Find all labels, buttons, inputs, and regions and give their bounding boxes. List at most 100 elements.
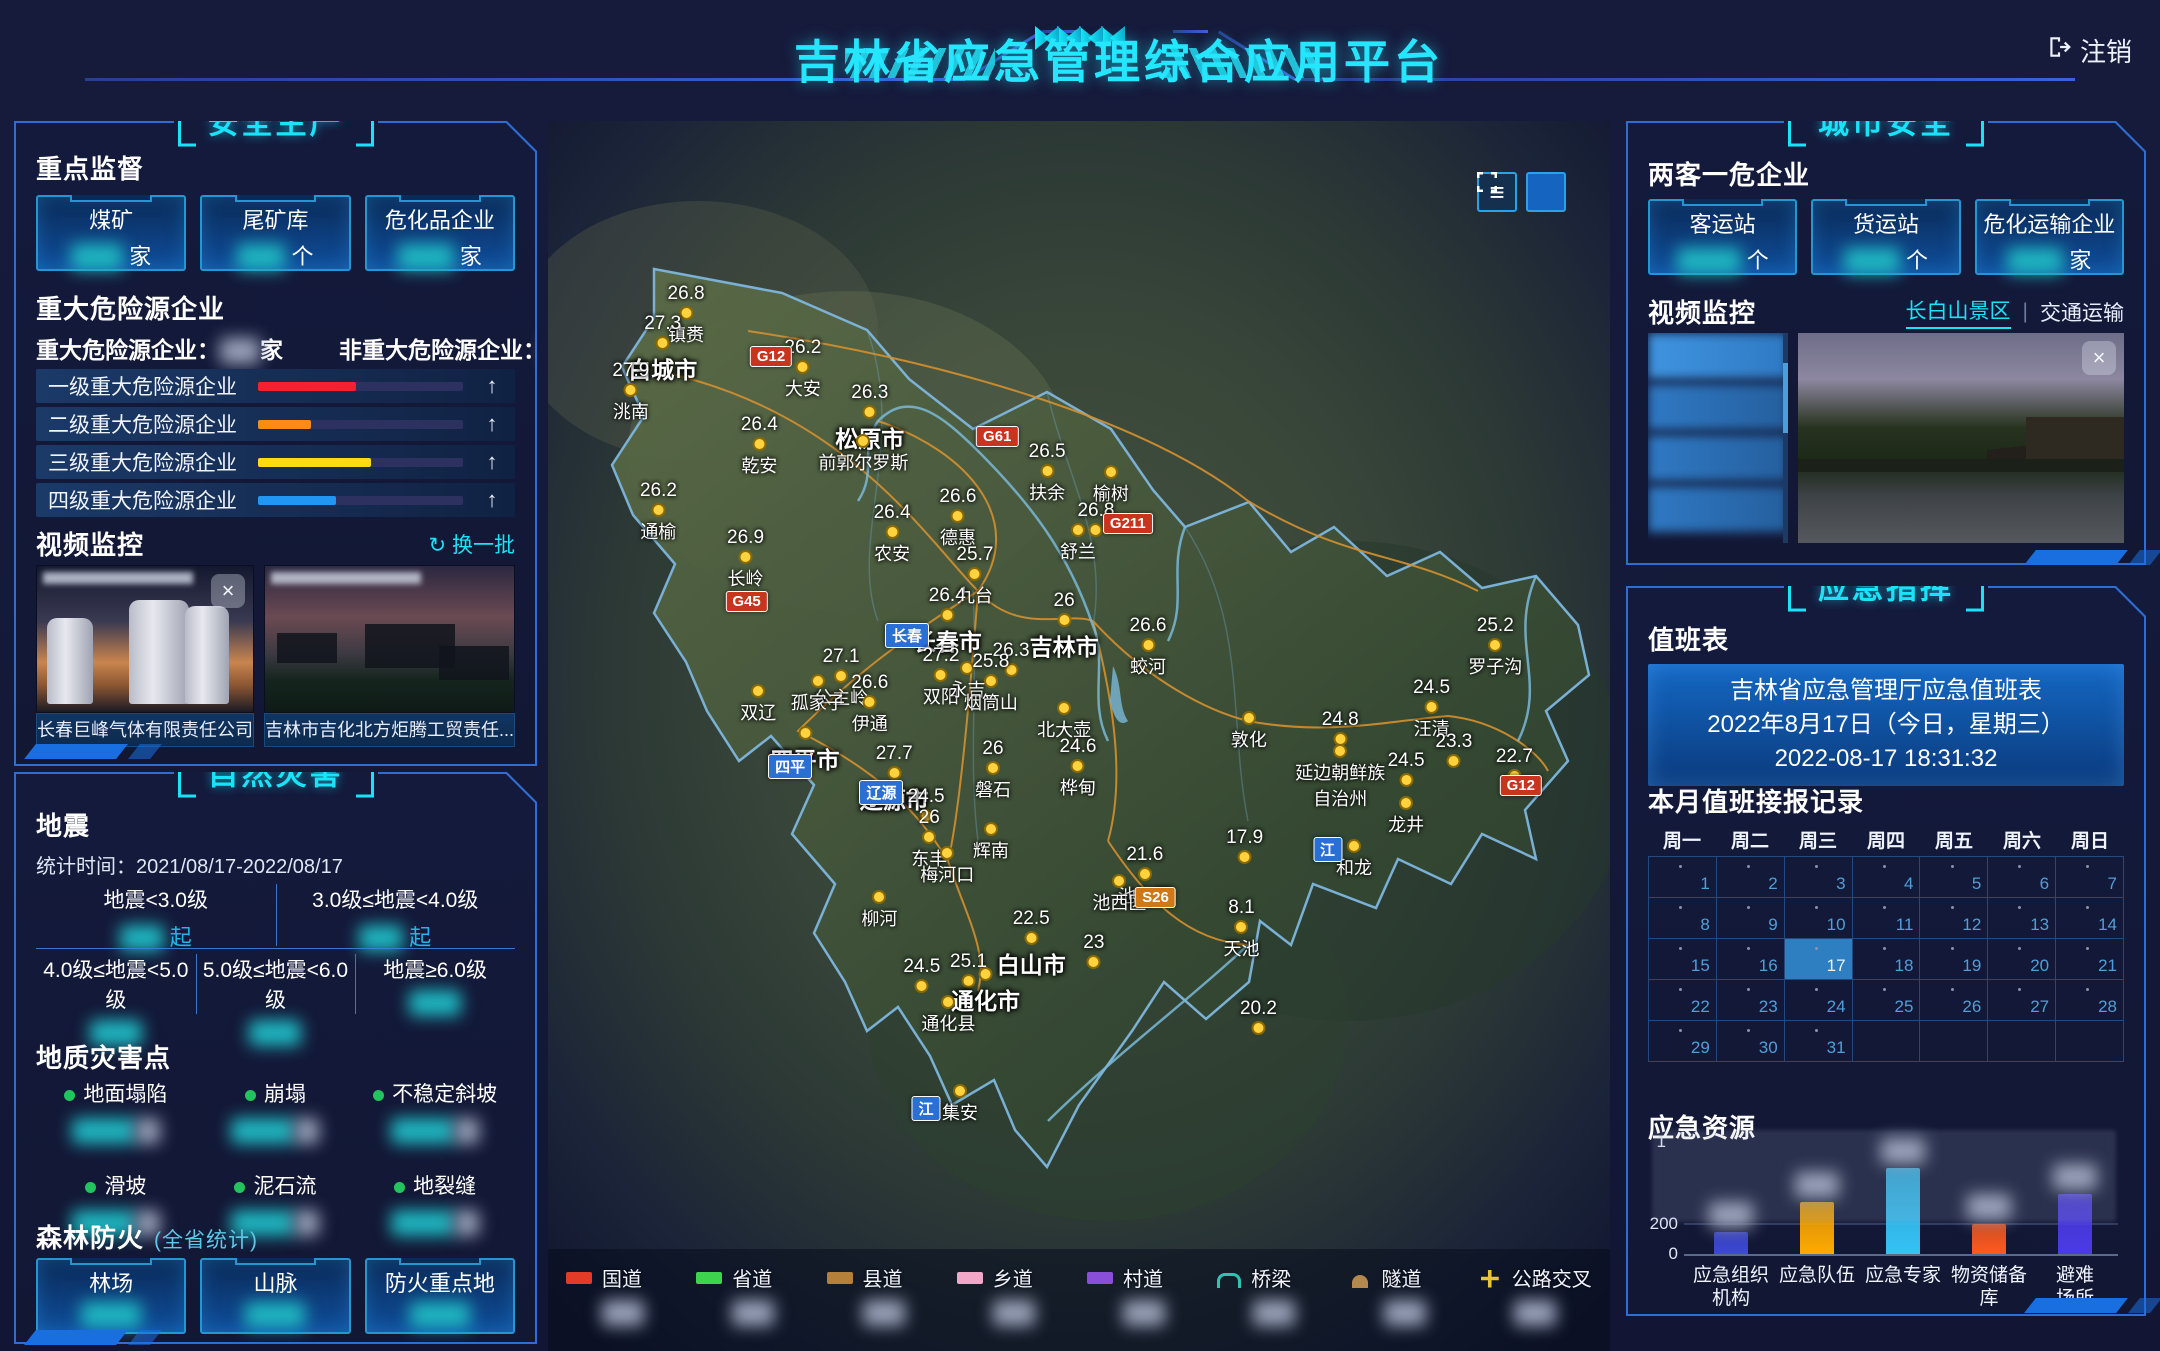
calendar-day[interactable]: 8 [1649, 898, 1717, 939]
geo-value [196, 1118, 356, 1144]
calendar-day[interactable]: 10 [1785, 898, 1853, 939]
calendar-day[interactable]: 22 [1649, 980, 1717, 1021]
city-name: 天池 [1223, 935, 1259, 961]
grid-divider [276, 884, 277, 946]
tab-交通运输[interactable]: 交通运输 [2040, 297, 2124, 327]
tab-长白山景区[interactable]: 长白山景区 [1906, 295, 2011, 329]
calendar-day[interactable]: 16 [1717, 939, 1785, 980]
day-dot [2018, 947, 2021, 950]
calendar-day[interactable] [1853, 1021, 1921, 1062]
map-label-通榆: 26.2通榆 [640, 480, 677, 544]
day-number: 25 [1895, 997, 1914, 1017]
station-marker-icon [863, 695, 877, 709]
calendar-day[interactable]: 13 [1988, 898, 2056, 939]
calendar-day[interactable]: 9 [1717, 898, 1785, 939]
calendar-day[interactable]: 3 [1785, 857, 1853, 898]
calendar-day[interactable]: 29 [1649, 1021, 1717, 1062]
calendar-day[interactable]: 6 [1988, 857, 2056, 898]
panel-title-command: 应急指挥 [1784, 561, 1988, 610]
green-dot-icon [394, 1182, 405, 1193]
calendar-day[interactable]: 11 [1853, 898, 1921, 939]
day-number: 9 [1768, 915, 1777, 935]
forest-stat-林场[interactable]: 林场 [36, 1258, 186, 1334]
calendar-day[interactable] [2056, 1021, 2124, 1062]
calendar-day[interactable]: 27 [1988, 980, 2056, 1021]
close-video-button[interactable]: × [211, 574, 245, 608]
calendar-day[interactable]: 4 [1853, 857, 1921, 898]
calendar-day[interactable]: 5 [1920, 857, 1988, 898]
calendar-day[interactable]: 25 [1853, 980, 1921, 1021]
calendar-day[interactable]: 12 [1920, 898, 1988, 939]
panel-corner-deco [24, 1330, 128, 1345]
camera-list[interactable] [1648, 333, 1788, 543]
quake-label: 地震<3.0级 [36, 884, 276, 914]
city-stat-货运站[interactable]: 货运站 个 [1811, 199, 1960, 275]
stat-危化品企业[interactable]: 危化品企业 家 [365, 195, 515, 271]
calendar-day[interactable]: 31 [1785, 1021, 1853, 1062]
resources-chart: 20001应急组织 机构应急队伍应急专家物资储备 库避难场所 [1648, 1146, 2124, 1306]
legend-row: 村道 [1087, 1263, 1209, 1292]
close-player-button[interactable]: × [2082, 341, 2116, 375]
video-heading: 视频监控 [36, 525, 144, 562]
weekday-label: 周一 [1648, 826, 1716, 853]
camera-player[interactable]: × [1798, 333, 2124, 543]
calendar-day[interactable]: 24 [1785, 980, 1853, 1021]
quake-value [355, 990, 515, 1016]
map-label-桦甸: 24.6桦甸 [1059, 736, 1096, 800]
calendar-day-today[interactable]: 17 [1785, 939, 1853, 980]
camera-list-item[interactable] [1648, 486, 1788, 532]
city-stat-客运站[interactable]: 客运站 个 [1648, 199, 1797, 275]
duty-roster-box[interactable]: 吉林省应急管理厅应急值班表2022年8月17日（今日，星期三）2022-08-1… [1648, 664, 2124, 786]
calendar-day[interactable]: 20 [1988, 939, 2056, 980]
fullscreen-button[interactable] [1526, 172, 1566, 212]
video-thumbnail[interactable]: ×长春巨峰气体有限责任公司 [36, 565, 254, 747]
calendar-day[interactable]: 2 [1717, 857, 1785, 898]
city-stat-危化运输企业[interactable]: 危化运输企业 家 [1975, 199, 2124, 275]
legend-item-省道: 省道 [696, 1263, 818, 1326]
stat-煤矿[interactable]: 煤矿 家 [36, 195, 186, 271]
masked-value [732, 1300, 774, 1326]
video-thumbnail[interactable]: 吉林市吉化北方炬腾工贸责任... [264, 565, 515, 747]
calendar-day[interactable]: 18 [1853, 939, 1921, 980]
camera-list-item[interactable] [1648, 384, 1788, 430]
stat-尾矿库[interactable]: 尾矿库 个 [200, 195, 350, 271]
temperature-value: 23.3 [1435, 731, 1472, 753]
calendar-day[interactable]: 21 [2056, 939, 2124, 980]
day-number: 24 [1827, 997, 1846, 1017]
forest-stat-山脉[interactable]: 山脉 [200, 1258, 350, 1334]
map-label-洮南: 27.9洮南 [612, 360, 649, 424]
calendar-day[interactable]: 1 [1649, 857, 1717, 898]
logout-button[interactable]: 注销 [2046, 32, 2132, 69]
station-marker-icon [1242, 711, 1256, 725]
calendar-day[interactable]: 15 [1649, 939, 1717, 980]
stat-value: 家 [1977, 243, 2122, 275]
camera-list-scrollbar[interactable] [1783, 333, 1788, 543]
calendar-day[interactable] [1988, 1021, 2056, 1062]
legend-item-县道: 县道 [827, 1263, 949, 1326]
map-legend: 国道省道县道乡道村道桥梁隧道公路交叉 [548, 1249, 1610, 1351]
calendar-day[interactable]: 14 [2056, 898, 2124, 939]
calendar-day[interactable]: 19 [1920, 939, 1988, 980]
city-name: 自治州 [1295, 785, 1385, 811]
hazard-level-row: 二级重大危险源企业↑ [36, 407, 515, 441]
city-video-heading: 视频监控 [1648, 293, 1756, 330]
legend-row: 隧道 [1348, 1263, 1470, 1292]
calendar-day[interactable] [1920, 1021, 1988, 1062]
stat-time: 统计时间：2021/08/17-2022/08/17 [36, 850, 515, 879]
calendar-day[interactable]: 23 [1717, 980, 1785, 1021]
province-map[interactable]: ≡ 26.8镇赉27.3白城市26.2大安27.9洮南G1226.3松原市前郭尔… [548, 121, 1610, 1351]
camera-list-item[interactable] [1648, 435, 1788, 481]
stat-label: 防火重点地 [367, 1266, 513, 1298]
day-dot [1951, 947, 1954, 950]
calendar-day[interactable]: 26 [1920, 980, 1988, 1021]
forest-stat-防火重点地[interactable]: 防火重点地 [365, 1258, 515, 1334]
refresh-batch-button[interactable]: ↻ 换一批 [429, 529, 515, 559]
camera-list-item[interactable] [1648, 333, 1788, 379]
video-timestamp-overlay [43, 572, 193, 584]
calendar-day[interactable]: 7 [2056, 857, 2124, 898]
calendar-day[interactable]: 28 [2056, 980, 2124, 1021]
temperature-value: 24.8 [1322, 709, 1359, 731]
masked-value [295, 1118, 319, 1144]
calendar-day[interactable]: 30 [1717, 1021, 1785, 1062]
day-number: 11 [1896, 915, 1914, 935]
